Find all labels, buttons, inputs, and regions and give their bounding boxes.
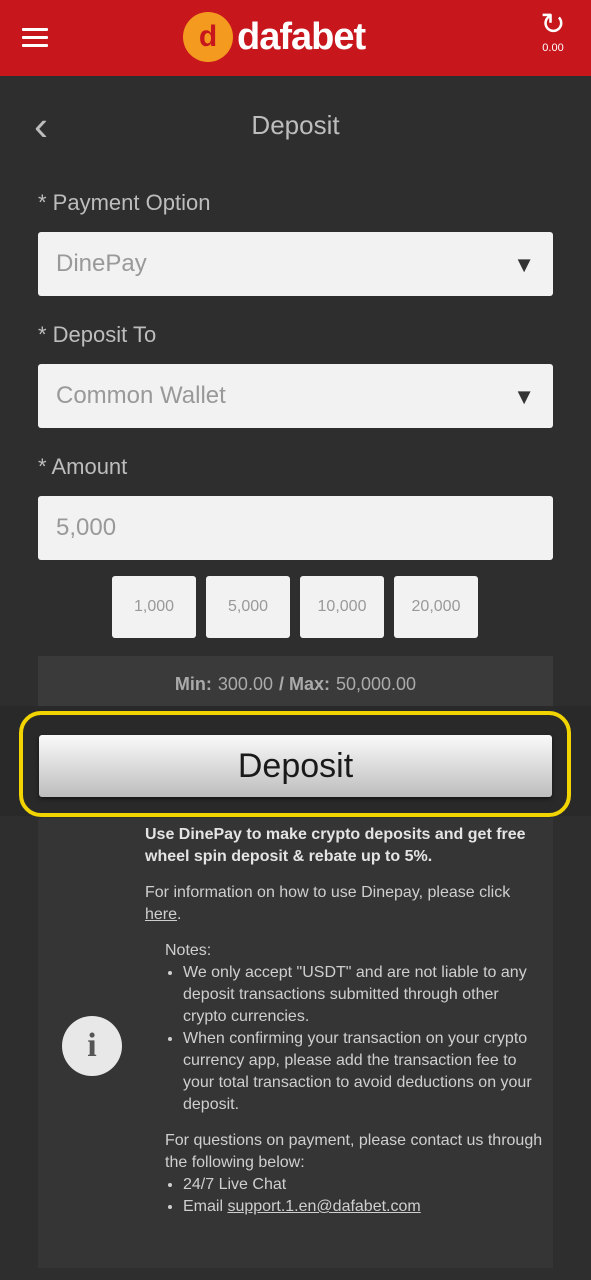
max-label: / Max: (278, 673, 330, 694)
quick-amount-button[interactable]: 10,000 (300, 576, 384, 638)
payment-option-select[interactable]: DinePay ▼ (38, 232, 553, 296)
info-text: Use DinePay to make crypto deposits and … (145, 824, 543, 1232)
deposit-to-select[interactable]: Common Wallet ▼ (38, 364, 553, 428)
notes-list: We only accept "USDT" and are not liable… (165, 962, 543, 1116)
info-howto-link[interactable]: here (145, 906, 177, 923)
deposit-to-value: Common Wallet (56, 382, 226, 409)
highlight-outline (19, 711, 571, 817)
contact-email: Email support.1.en@dafabet.com (183, 1196, 543, 1218)
min-label: Min: (174, 673, 212, 694)
payment-option-value: DinePay (56, 250, 147, 277)
notes-title: Notes: (165, 942, 212, 959)
refresh-balance-button[interactable]: ↻ 0.00 (533, 8, 573, 54)
info-promo: Use DinePay to make crypto deposits and … (145, 826, 526, 865)
refresh-icon: ↻ (540, 8, 566, 41)
contact-email-link[interactable]: support.1.en@dafabet.com (227, 1198, 420, 1215)
max-value: 50,000.00 (335, 673, 417, 694)
info-howto: For information on how to use Dinepay, p… (145, 884, 511, 923)
payment-option-label: * Payment Option (38, 190, 211, 215)
contact-list: 24/7 Live Chat Email support.1.en@dafabe… (165, 1174, 543, 1218)
quick-amount-button[interactable]: 5,000 (206, 576, 290, 638)
amount-value: 5,000 (56, 514, 117, 541)
page-title: Deposit (251, 110, 340, 140)
caret-down-icon: ▼ (513, 252, 535, 277)
quick-amounts: 1,000 5,000 10,000 20,000 (112, 576, 478, 638)
notes-block: Notes: We only accept "USDT" and are not… (145, 940, 543, 1218)
amount-input[interactable]: 5,000 (38, 496, 553, 560)
balance-label: 0.00 (542, 42, 564, 54)
top-bar: d dafabet ↻ 0.00 (0, 0, 591, 76)
dafabet-logo[interactable]: d dafabet (183, 12, 366, 62)
amount-label: * Amount (38, 454, 128, 479)
hamburger-icon[interactable] (22, 28, 48, 48)
info-icon: i (62, 1016, 122, 1076)
note-item: We only accept "USDT" and are not liable… (183, 962, 543, 1028)
min-value: 300.00 (217, 673, 273, 694)
quick-amount-button[interactable]: 20,000 (394, 576, 478, 638)
contact-live-chat[interactable]: 24/7 Live Chat (183, 1174, 543, 1196)
contact-text: For questions on payment, please contact… (165, 1132, 543, 1171)
logo-text: dafabet (237, 15, 366, 58)
min-max-limits: Min: 300.00 / Max: 50,000.00 (38, 656, 553, 712)
logo-mark: d (183, 12, 233, 62)
quick-amount-button[interactable]: 1,000 (112, 576, 196, 638)
page-header: ‹ Deposit (0, 82, 591, 172)
info-howto-text: For information on how to use Dinepay, p… (145, 884, 511, 901)
note-item: When confirming your transaction on your… (183, 1028, 543, 1116)
deposit-to-label: * Deposit To (38, 322, 157, 347)
contact-email-prefix: Email (183, 1198, 224, 1215)
caret-down-icon: ▼ (513, 384, 535, 409)
